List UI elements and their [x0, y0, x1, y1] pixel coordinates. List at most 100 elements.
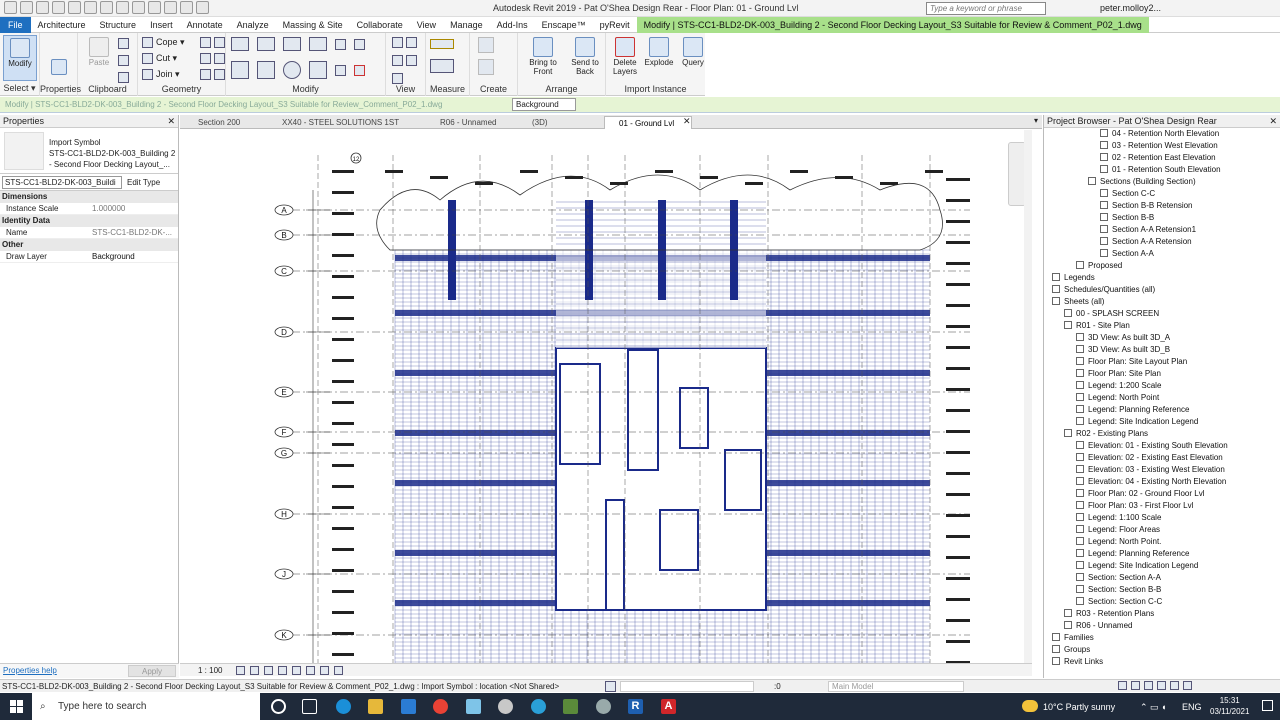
type-selector[interactable]: Import Symbol STS-CC1-BLD2-DK-003_Buildi…	[0, 128, 178, 174]
tray-icons[interactable]: ⌃ ▭ ◖	[1140, 702, 1166, 713]
create-part-button[interactable]	[478, 59, 494, 75]
open-icon[interactable]	[20, 1, 33, 14]
split-icon[interactable]	[335, 38, 346, 50]
weather-text[interactable]: 10°C Partly sunny	[1043, 702, 1115, 712]
trim-icon[interactable]	[354, 38, 365, 50]
drag-elements-icon[interactable]	[1170, 681, 1179, 690]
browser-node[interactable]: Section: Section C-C	[1076, 597, 1162, 606]
help-search-input[interactable]: Type a keyword or phrase	[926, 2, 1046, 15]
cut-clipboard-icon[interactable]	[118, 38, 129, 49]
cut-button[interactable]: Cut ▾	[142, 53, 177, 64]
browser-node[interactable]: Section A-A	[1100, 249, 1154, 258]
browser-node[interactable]: Elevation: 04 - Existing North Elevation	[1076, 477, 1226, 486]
browser-node[interactable]: Schedules/Quantities (all)	[1052, 285, 1155, 294]
select-pinned-icon[interactable]	[1144, 681, 1153, 690]
tab-manage[interactable]: Manage	[443, 17, 490, 33]
select-by-face-icon[interactable]	[1157, 681, 1166, 690]
tab-add-ins[interactable]: Add-Ins	[490, 17, 535, 33]
instance-scale-value[interactable]: 1.000000	[92, 203, 178, 214]
view-tab-xx40[interactable]: XX40 - STEEL SOLUTIONS 1ST FLO...	[268, 116, 418, 140]
file-explorer-icon[interactable]	[368, 699, 383, 714]
view-scale[interactable]: 1 : 100	[198, 666, 222, 675]
browser-node[interactable]: Legend: North Point.	[1076, 537, 1161, 546]
section-icon[interactable]	[164, 1, 177, 14]
user-account[interactable]: peter.molloy2...	[1100, 3, 1161, 13]
tab-pyrevit[interactable]: pyRevit	[593, 17, 637, 33]
detail-level-icon[interactable]	[236, 666, 245, 675]
create-similar-button[interactable]	[478, 37, 494, 53]
select-underlay-icon[interactable]	[1131, 681, 1140, 690]
edit-type-button[interactable]: Edit Type	[127, 176, 160, 189]
windows-start-icon[interactable]	[10, 700, 23, 713]
browser-node[interactable]: Legend: 1:100 Scale	[1076, 513, 1161, 522]
chrome-icon[interactable]	[433, 699, 448, 714]
align-icon[interactable]	[231, 37, 249, 51]
tab-structure[interactable]: Structure	[93, 17, 144, 33]
tab-modify-context[interactable]: Modify | STS-CC1-BLD2-DK-003_Building 2 …	[636, 16, 1149, 33]
browser-node[interactable]: 3D View: As built 3D_A	[1076, 333, 1170, 342]
browser-node[interactable]: 00 - SPLASH SCREEN	[1064, 309, 1159, 318]
view-tab-ground-lvl[interactable]: 01 - Ground Lvl	[604, 116, 692, 129]
browser-node[interactable]: Sheets (all)	[1052, 297, 1104, 306]
browser-app-icon[interactable]	[498, 699, 513, 714]
close-windows-icon[interactable]	[196, 1, 209, 14]
floor-plan-drawing[interactable]: A B C D E F G H J K 12	[180, 130, 1032, 663]
revit-icon[interactable]: R	[628, 699, 643, 714]
array-icon[interactable]	[335, 64, 346, 76]
browser-node[interactable]: Section: Section B-B	[1076, 585, 1161, 594]
vertical-scrollbar[interactable]	[1024, 130, 1032, 663]
browser-node[interactable]: Families	[1052, 633, 1094, 642]
query-button[interactable]: Query	[676, 35, 710, 67]
calculator-icon[interactable]	[563, 699, 578, 714]
browser-node[interactable]: Floor Plan: 02 - Ground Floor Lvl	[1076, 489, 1205, 498]
mirror-axis-icon[interactable]	[283, 37, 301, 51]
select-links-icon[interactable]	[1118, 681, 1127, 690]
tab-insert[interactable]: Insert	[143, 17, 180, 33]
browser-node[interactable]: Legend: Floor Areas	[1076, 525, 1160, 534]
bring-to-front-button[interactable]: Bring to Front	[526, 35, 560, 76]
browser-node[interactable]: Legend: Planning Reference	[1076, 549, 1189, 558]
match-properties-icon[interactable]	[118, 72, 129, 83]
notifications-icon[interactable]	[1262, 700, 1273, 711]
tab-collaborate[interactable]: Collaborate	[350, 17, 410, 33]
tab-massing-site[interactable]: Massing & Site	[276, 17, 350, 33]
app-menu-icon[interactable]	[4, 1, 17, 14]
tab-enscape[interactable]: Enscape™	[535, 17, 593, 33]
tab-list-icon[interactable]: ▾	[1034, 116, 1038, 125]
browser-node[interactable]: Elevation: 02 - Existing East Elevation	[1076, 453, 1223, 462]
browser-node[interactable]: Legend: 1:200 Scale	[1076, 381, 1161, 390]
cortana-icon[interactable]	[271, 699, 286, 714]
browser-node[interactable]: Groups	[1052, 645, 1090, 654]
browser-node[interactable]: 02 - Retention East Elevation	[1100, 153, 1216, 162]
browser-node[interactable]: 04 - Retention North Elevation	[1100, 129, 1219, 138]
mirror-draw-icon[interactable]	[309, 37, 327, 51]
other-section[interactable]: Other	[0, 239, 178, 251]
tab-view[interactable]: View	[410, 17, 443, 33]
send-to-back-button[interactable]: Send to Back	[568, 35, 602, 76]
browser-node[interactable]: R06 - Unnamed	[1064, 621, 1132, 630]
copy-icon[interactable]	[257, 61, 275, 79]
cope-button[interactable]: Cope ▾	[142, 37, 185, 48]
move-icon[interactable]	[231, 61, 249, 79]
print-icon[interactable]	[100, 1, 113, 14]
instance-selector[interactable]: STS-CC1-BLD2-DK-003_Buildi	[2, 176, 122, 189]
rotate-icon[interactable]	[283, 61, 301, 79]
tools-icon[interactable]	[596, 699, 611, 714]
draw-layer-value[interactable]: Background	[92, 251, 178, 262]
taskbar-search[interactable]: ⌕ Type here to search	[32, 693, 260, 720]
browser-node[interactable]: 03 - Retention West Elevation	[1100, 141, 1218, 150]
draw-layer-select[interactable]: Background	[512, 98, 576, 111]
weather-icon[interactable]	[1022, 700, 1038, 712]
browser-node[interactable]: Section A-A Retension1	[1100, 225, 1196, 234]
properties-button[interactable]	[42, 57, 76, 76]
worksets-icon[interactable]	[605, 681, 616, 692]
browser-node[interactable]: Legend: Planning Reference	[1076, 405, 1189, 414]
workset-select[interactable]	[620, 681, 754, 692]
override-button[interactable]	[392, 55, 417, 66]
browser-node[interactable]: Legend: North Point	[1076, 393, 1159, 402]
join-button[interactable]: Join ▾	[142, 69, 180, 80]
browser-node[interactable]: Elevation: 01 - Existing South Elevation	[1076, 441, 1228, 450]
redo-icon[interactable]	[84, 1, 97, 14]
demolish-button[interactable]	[200, 69, 225, 80]
measure-icon[interactable]	[116, 1, 129, 14]
